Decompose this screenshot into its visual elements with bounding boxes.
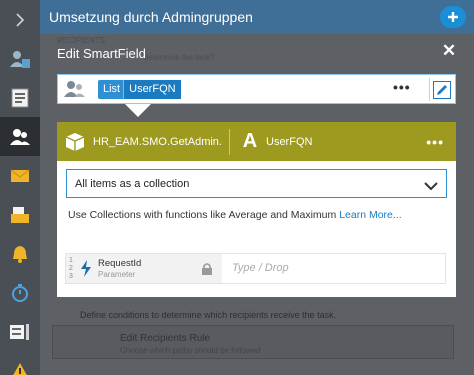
rail-item-warning[interactable] bbox=[0, 351, 40, 375]
function-name[interactable]: HR_EAM.SMO.GetAdmin... bbox=[93, 136, 221, 148]
dialog-title: Edit SmartField bbox=[57, 46, 146, 61]
bg-rule-subtitle: Choose which paths should be followed bbox=[120, 346, 261, 355]
rail-item-inbox[interactable] bbox=[0, 195, 40, 234]
bg-rule-title: Edit Recipients Rule bbox=[120, 333, 211, 344]
user-assign-icon bbox=[10, 50, 30, 68]
collection-mode-value: All items as a collection bbox=[75, 178, 190, 190]
close-icon[interactable]: ✕ bbox=[440, 41, 458, 60]
rail-item-form[interactable] bbox=[0, 312, 40, 351]
cube-icon bbox=[57, 132, 93, 152]
parameter-row: 1 2 3 RequestId Parameter Type / Drop bbox=[65, 253, 446, 284]
smartfield-more-button[interactable]: ••• bbox=[393, 79, 411, 95]
users-icon bbox=[64, 80, 86, 103]
token-type: List bbox=[103, 83, 121, 95]
function-header: HR_EAM.SMO.GetAdmin... A UserFQN ••• bbox=[57, 122, 456, 161]
header-divider bbox=[229, 128, 230, 155]
smartfield-token[interactable]: List UserFQN bbox=[98, 80, 181, 99]
parameter-drop-input[interactable]: Type / Drop bbox=[232, 262, 289, 274]
function-more-button[interactable]: ••• bbox=[426, 134, 444, 150]
text-field-icon: A bbox=[242, 130, 258, 152]
field-name[interactable]: UserFQN bbox=[266, 136, 426, 148]
token-value: UserFQN bbox=[123, 80, 181, 99]
parameter-type: Parameter bbox=[98, 270, 136, 279]
warning-icon bbox=[12, 362, 28, 375]
page-title: Umsetzung durch Admingruppen bbox=[49, 9, 253, 25]
rail-item-user-assign[interactable] bbox=[0, 39, 40, 78]
bell-icon bbox=[13, 245, 27, 263]
digit-3: 3 bbox=[69, 273, 73, 280]
inbox-icon bbox=[11, 206, 29, 223]
bg-question: determine the task? bbox=[144, 53, 215, 62]
timer-icon bbox=[12, 283, 28, 302]
form-icon bbox=[10, 323, 29, 340]
smartfield-bar: List UserFQN ••• bbox=[57, 74, 456, 104]
learn-more-link[interactable]: Learn More... bbox=[339, 209, 401, 221]
users-icon bbox=[10, 128, 30, 145]
add-icon bbox=[448, 12, 458, 22]
rail-expand-button[interactable] bbox=[0, 0, 40, 39]
mail-icon bbox=[10, 169, 30, 182]
rail-item-users[interactable] bbox=[0, 117, 40, 156]
digit-1: 1 bbox=[69, 257, 73, 264]
page-header: Umsetzung durch Admingruppen bbox=[40, 0, 474, 34]
add-button[interactable] bbox=[440, 6, 466, 28]
rail-item-timer[interactable] bbox=[0, 273, 40, 312]
bg-define-text: Define conditions to determine which rec… bbox=[80, 310, 337, 320]
rail-item-notifications[interactable] bbox=[0, 234, 40, 273]
collection-hint-text: Use Collections with functions like Aver… bbox=[68, 209, 337, 221]
popover-pointer bbox=[125, 104, 151, 117]
edit-smartfield-button[interactable] bbox=[429, 78, 453, 101]
left-icon-rail bbox=[0, 0, 40, 375]
document-list-icon bbox=[11, 88, 29, 107]
rail-item-mail[interactable] bbox=[0, 156, 40, 195]
collection-hint: Use Collections with functions like Aver… bbox=[68, 209, 402, 221]
parameter-name: RequestId bbox=[98, 258, 142, 269]
chevron-right-icon bbox=[16, 12, 25, 27]
pencil-icon bbox=[432, 80, 451, 99]
digit-2: 2 bbox=[69, 265, 73, 272]
rail-item-documents[interactable] bbox=[0, 78, 40, 117]
function-body: All items as a collection Use Collection… bbox=[57, 161, 456, 297]
bolt-icon bbox=[80, 260, 92, 282]
collection-mode-select[interactable]: All items as a collection bbox=[66, 169, 447, 198]
parameter-label: 1 2 3 RequestId Parameter bbox=[66, 254, 222, 283]
lock-icon bbox=[201, 262, 213, 281]
chevron-down-icon bbox=[424, 178, 438, 196]
bg-section-label: RECIPIENTS bbox=[57, 36, 106, 45]
parameter-order-digits: 1 2 3 bbox=[69, 257, 73, 281]
